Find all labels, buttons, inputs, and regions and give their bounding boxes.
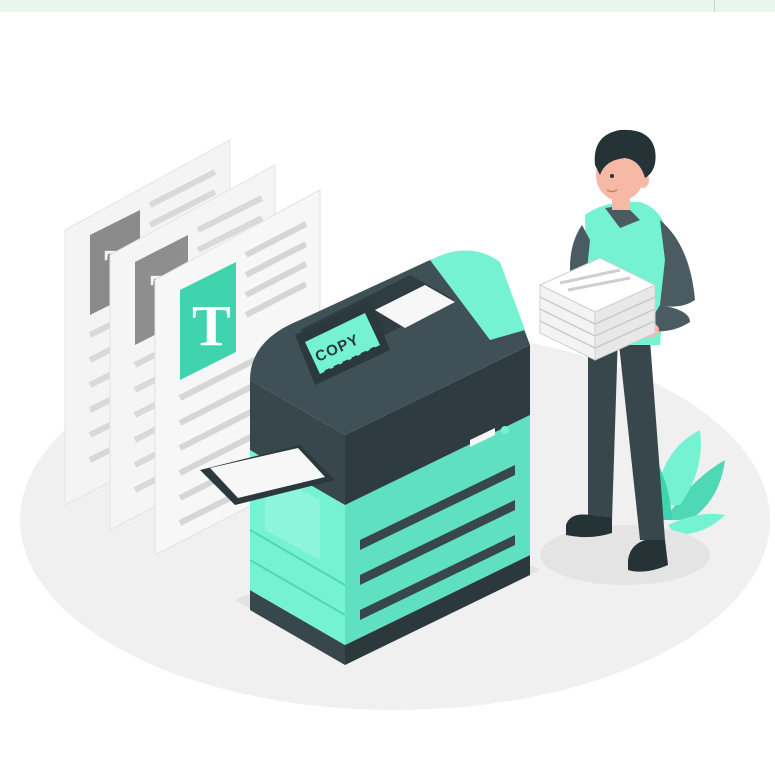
document-front-glyph: T [192,293,231,358]
photocopier-illustration: T T T [20,129,770,710]
